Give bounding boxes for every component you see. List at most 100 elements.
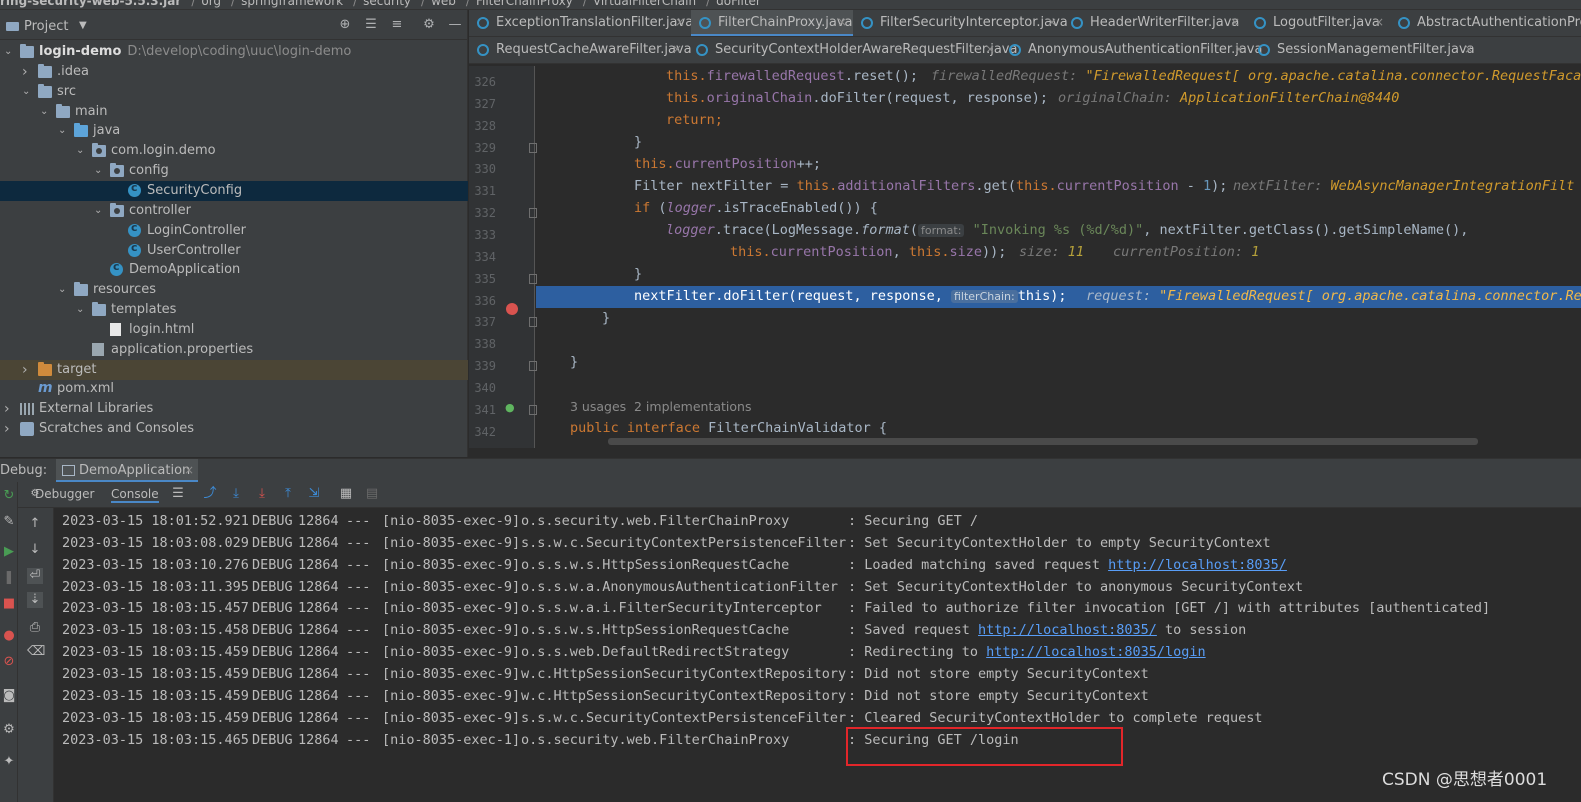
menu-lines-icon[interactable]: ☰ bbox=[170, 486, 186, 502]
tree-item[interactable]: ⌄ config bbox=[0, 161, 468, 181]
pause-icon[interactable]: ❚ bbox=[1, 570, 17, 586]
close-icon[interactable]: × bbox=[1047, 15, 1057, 29]
tree-item[interactable]: ⌄ src bbox=[0, 82, 468, 102]
tree-item[interactable]: ⌄ resources bbox=[0, 280, 468, 300]
tree-item[interactable]: ⌄ java bbox=[0, 121, 468, 141]
chevron-right-icon[interactable]: › bbox=[4, 402, 14, 416]
code-line-326[interactable]: this.firewalledRequest.reset(); firewall… bbox=[536, 66, 1581, 88]
tree-item[interactable]: DemoApplication bbox=[0, 260, 468, 280]
trace-icon[interactable]: ▤ bbox=[364, 486, 380, 502]
horizontal-scrollbar[interactable] bbox=[608, 438, 1478, 445]
code-line-339[interactable]: } bbox=[536, 352, 1581, 374]
step-over-icon[interactable]: ⤓ bbox=[228, 486, 244, 502]
log-link[interactable]: http://localhost:8035/ bbox=[1108, 557, 1287, 573]
step-into-icon[interactable]: ⤓ bbox=[254, 486, 270, 502]
breadcrumb-item[interactable]: VirtualFilterChain bbox=[593, 0, 696, 8]
collapse-all-icon[interactable]: ≡ bbox=[389, 17, 405, 33]
chevron-down-icon[interactable]: ▼ bbox=[79, 20, 87, 31]
view-breakpoints-icon[interactable]: ● bbox=[1, 628, 17, 644]
editor-tab[interactable]: RequestCacheAwareFilter.java × bbox=[469, 37, 692, 63]
chevron-down-icon[interactable]: ⌄ bbox=[40, 105, 50, 119]
debug-session-tab[interactable]: DemoApplication × bbox=[56, 459, 198, 483]
editor-tab[interactable]: AnonymousAuthenticationFilter.java × bbox=[1001, 37, 1262, 63]
editor-tab[interactable]: SecurityContextHolderAwareRequestFilter.… bbox=[688, 37, 1017, 63]
breadcrumb-item[interactable]: web bbox=[431, 0, 456, 8]
camera-icon[interactable]: ◙ bbox=[1, 688, 17, 704]
breadcrumb-item[interactable]: org bbox=[201, 0, 221, 8]
log-link[interactable]: http://localhost:8035/ bbox=[978, 622, 1157, 638]
tree-item[interactable]: › Scratches and Consoles bbox=[0, 419, 468, 439]
editor-tab[interactable]: SessionManagementFilter.java × bbox=[1250, 37, 1480, 63]
close-icon[interactable]: × bbox=[1234, 42, 1244, 56]
chevron-down-icon[interactable]: ⌄ bbox=[58, 283, 68, 297]
breadcrumb-item[interactable]: doFilter bbox=[716, 0, 761, 8]
tree-item[interactable]: LoginController bbox=[0, 221, 468, 241]
down-arrow-icon[interactable]: ↓ bbox=[27, 542, 43, 558]
tree-item[interactable]: login.html bbox=[0, 320, 468, 340]
tree-item[interactable]: UserController bbox=[0, 241, 468, 261]
up-arrow-icon[interactable]: ↑ bbox=[27, 516, 43, 532]
close-icon[interactable]: × bbox=[837, 15, 847, 29]
pin-icon[interactable]: ✦ bbox=[1, 754, 17, 770]
close-icon[interactable]: × bbox=[1230, 15, 1240, 29]
settings-gear-icon[interactable]: ⚙ bbox=[1, 722, 17, 738]
gear-icon[interactable]: ⚙ bbox=[421, 17, 437, 33]
breadcrumb-item[interactable]: security bbox=[363, 0, 411, 8]
code-usages-hint[interactable]: 3 usages 2 implementations bbox=[536, 396, 1581, 418]
wrench-icon[interactable]: ✎ bbox=[1, 514, 17, 530]
code-line-329[interactable]: } bbox=[536, 132, 1581, 154]
tree-item[interactable]: m pom.xml bbox=[0, 379, 468, 399]
code-line-341[interactable]: public interface FilterChainValidator { bbox=[536, 418, 1581, 440]
tree-item[interactable]: ⌄ com.login.demo bbox=[0, 141, 468, 161]
tab-debugger[interactable]: Debugger bbox=[35, 487, 94, 501]
close-icon[interactable]: × bbox=[985, 42, 995, 56]
code-line-336-current[interactable]: nextFilter.doFilter(request, response, f… bbox=[536, 286, 1581, 308]
close-icon[interactable]: × bbox=[675, 15, 685, 29]
chevron-down-icon[interactable]: ⌄ bbox=[4, 45, 14, 59]
chevron-down-icon[interactable]: ⌄ bbox=[22, 85, 32, 99]
editor-tab[interactable]: HeaderWriterFilter.java × bbox=[1063, 10, 1246, 36]
chevron-down-icon[interactable]: ⌄ bbox=[94, 164, 104, 178]
editor-tab[interactable]: AbstractAuthenticationPro bbox=[1390, 10, 1581, 36]
editor-tab[interactable]: ExceptionTranslationFilter.java × bbox=[469, 10, 693, 36]
show-execution-point-icon[interactable]: ⤴ bbox=[202, 486, 218, 502]
code-area[interactable]: this.firewalledRequest.reset(); firewall… bbox=[536, 66, 1581, 448]
resume-icon[interactable]: ▶ bbox=[1, 544, 17, 560]
tree-item[interactable]: › target bbox=[0, 359, 468, 380]
code-line-334[interactable]: this.currentPosition, this.size)); size:… bbox=[536, 242, 1581, 264]
close-icon[interactable]: × bbox=[184, 463, 194, 477]
code-line-327[interactable]: this.originalChain.doFilter(request, res… bbox=[536, 88, 1581, 110]
tree-item[interactable]: SecurityConfig bbox=[0, 180, 468, 201]
tree-item[interactable]: application.properties bbox=[0, 340, 468, 360]
chevron-down-icon[interactable]: ⌄ bbox=[76, 303, 86, 317]
tab-console[interactable]: Console bbox=[111, 487, 159, 503]
tree-item[interactable]: ⌄ main bbox=[0, 102, 468, 122]
code-line-333[interactable]: logger.trace(LogMessage.format(format: "… bbox=[536, 220, 1581, 242]
chevron-down-icon[interactable]: ⌄ bbox=[76, 144, 86, 158]
close-icon[interactable]: × bbox=[1464, 42, 1474, 56]
project-panel-title[interactable]: Project bbox=[24, 19, 68, 34]
stop-icon[interactable]: ■ bbox=[1, 596, 17, 612]
tree-item[interactable]: ⌄ controller bbox=[0, 201, 468, 221]
scroll-to-end-icon[interactable]: ⇣ bbox=[27, 592, 43, 608]
editor-tab[interactable]: LogoutFilter.java × bbox=[1246, 10, 1390, 36]
trash-icon[interactable]: ⌫ bbox=[27, 644, 45, 660]
step-out-icon[interactable]: ⤒ bbox=[280, 486, 296, 502]
breadcrumb-item[interactable]: springframework bbox=[241, 0, 343, 8]
breadcrumb-item[interactable]: ring-security-web-5.5.3.jar bbox=[0, 0, 181, 8]
implemented-icon[interactable]: ● bbox=[505, 401, 515, 414]
log-link[interactable]: http://localhost:8035/login bbox=[986, 644, 1205, 660]
code-line-330[interactable]: this.currentPosition++; bbox=[536, 154, 1581, 176]
tree-item[interactable]: ⌄ login-demo D:\develop\coding\uuc\login-d… bbox=[0, 42, 468, 62]
rerun-icon[interactable]: ↻ bbox=[1, 488, 17, 504]
tree-item[interactable]: ⌄ templates bbox=[0, 300, 468, 320]
print-icon[interactable]: ⎙ bbox=[27, 620, 43, 636]
code-line-337[interactable]: } bbox=[536, 308, 1581, 330]
chevron-down-icon[interactable]: ⌄ bbox=[58, 124, 68, 138]
evaluate-expression-icon[interactable]: ▦ bbox=[338, 486, 354, 502]
chevron-down-icon[interactable]: ⌄ bbox=[94, 204, 104, 218]
breakpoint-icon[interactable] bbox=[506, 303, 518, 315]
code-line-328[interactable]: return; bbox=[536, 110, 1581, 132]
mute-breakpoints-icon[interactable]: ⊘ bbox=[1, 654, 17, 670]
tree-item[interactable]: › .idea bbox=[0, 62, 468, 82]
